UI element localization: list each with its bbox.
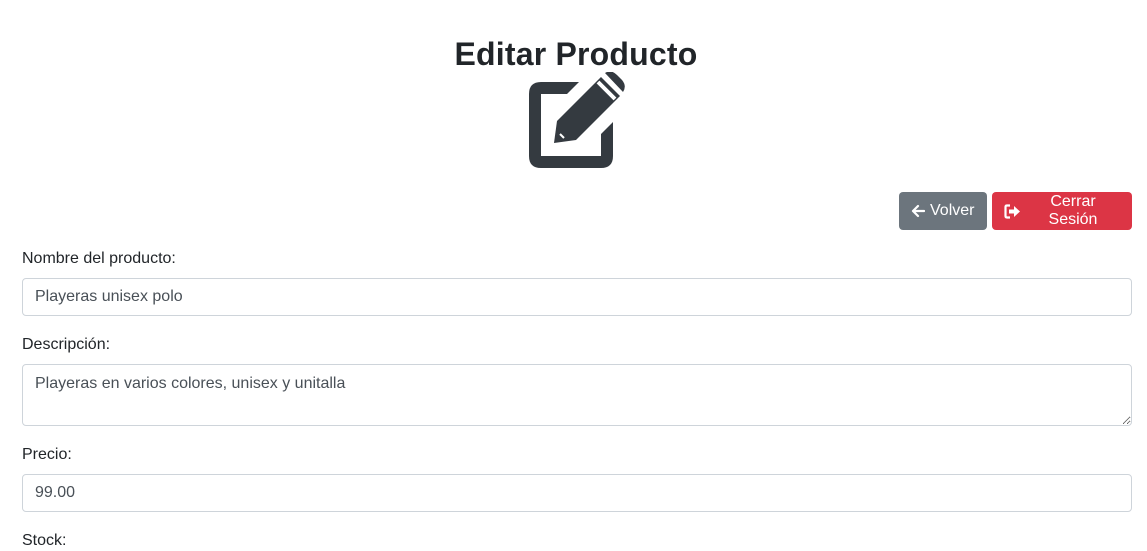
page-title: Editar Producto [454,36,698,72]
edit-product-page: Editar Producto Volver Cerrar Sesión Nom… [0,0,1147,551]
logout-button-label: Cerrar Sesión [1048,193,1098,228]
description-textarea[interactable]: Playeras en varios colores, unisex y uni… [22,364,1132,426]
description-label: Descripción: [22,336,111,353]
product-name-input[interactable] [22,278,1132,316]
edit-icon [527,72,627,170]
product-name-label: Nombre del producto: [22,250,176,267]
price-label: Precio: [22,446,72,463]
arrow-left-icon [911,204,925,218]
sign-out-icon [1004,203,1021,219]
stock-label: Stock: [22,532,67,549]
back-button[interactable]: Volver [899,192,987,230]
price-input[interactable] [22,474,1132,512]
logout-button[interactable]: Cerrar Sesión [992,192,1132,230]
back-button-label: Volver [930,202,975,219]
action-toolbar: Volver Cerrar Sesión [899,192,1132,230]
